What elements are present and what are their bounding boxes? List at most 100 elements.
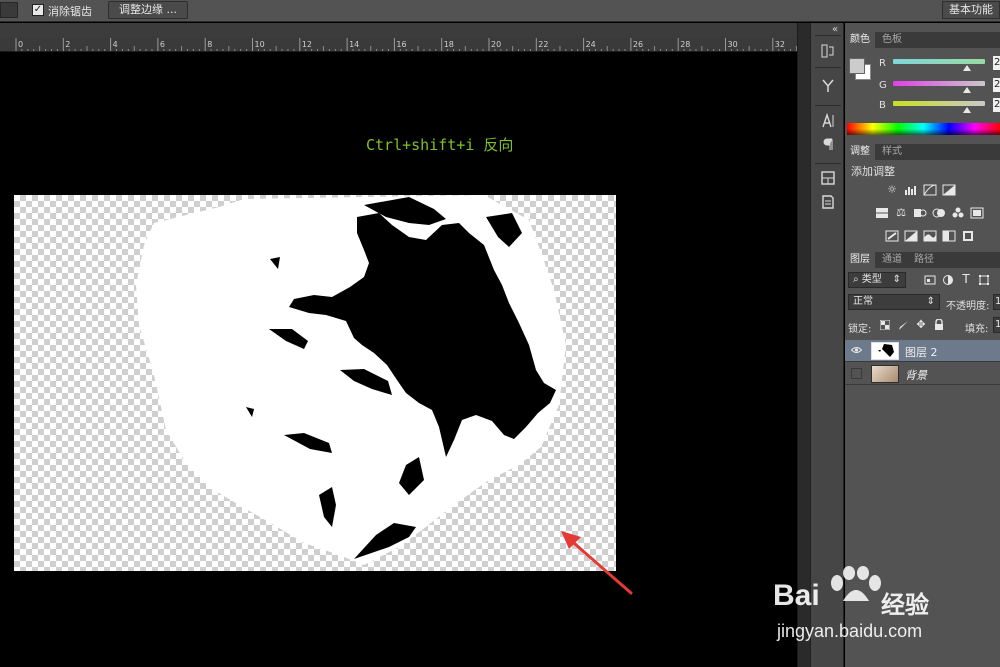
ruler-label: 4 bbox=[113, 40, 118, 49]
ruler-label: 8 bbox=[207, 40, 212, 49]
ruler-label: 32 bbox=[775, 40, 785, 49]
layer-name[interactable]: 背景 bbox=[905, 367, 927, 383]
ruler-ticks: 0 2 4 6 8 10 12 14 16 18 20 22 24 26 28 30 32 bbox=[15, 38, 797, 51]
tab-layers[interactable]: 图层 bbox=[845, 252, 875, 268]
history-icon[interactable] bbox=[818, 43, 838, 61]
refine-edge-button[interactable]: 调整边缘 ... bbox=[108, 1, 188, 19]
paragraph-icon[interactable] bbox=[818, 136, 838, 154]
channel-r-slider[interactable] bbox=[893, 59, 985, 64]
notes-icon[interactable] bbox=[818, 194, 838, 212]
brightness-contrast-icon[interactable]: ☼ bbox=[885, 184, 899, 196]
hue-saturation-icon[interactable]: ⚖ bbox=[894, 207, 908, 219]
ruler-label: 0 bbox=[18, 40, 23, 49]
layer-row[interactable]: 图层 2 bbox=[845, 340, 1000, 362]
channel-g-label: G bbox=[879, 80, 887, 91]
layer-comps-icon[interactable] bbox=[818, 170, 838, 188]
watermark-brand-suffix: 经验 bbox=[881, 591, 929, 619]
black-white-icon[interactable] bbox=[932, 207, 946, 219]
photoshop-window: ✓ 消除锯齿 调整边缘 ... 基本功能 0 2 4 6 8 10 12 14 16 18 20 22… bbox=[0, 0, 1000, 667]
brush-preset-icon[interactable] bbox=[818, 78, 838, 96]
eye-icon[interactable] bbox=[850, 346, 863, 356]
canvas-caption: Ctrl+shift+i 反向 bbox=[366, 136, 514, 154]
tab-adjustments[interactable]: 调整 bbox=[845, 144, 875, 160]
antialias-checkbox[interactable]: ✓ bbox=[32, 4, 44, 16]
watermark-url: jingyan.baidu.com bbox=[777, 621, 923, 641]
options-bar: ✓ 消除锯齿 调整边缘 ... 基本功能 bbox=[0, 0, 1000, 22]
lock-transparent-icon[interactable] bbox=[878, 319, 892, 332]
exposure-icon[interactable] bbox=[942, 184, 956, 196]
ruler-label: 6 bbox=[160, 40, 165, 49]
tab-channels[interactable]: 通道 bbox=[877, 252, 907, 268]
opacity-input[interactable]: 1 bbox=[993, 294, 1000, 310]
lock-label: 锁定: bbox=[848, 324, 872, 335]
channel-b-slider[interactable] bbox=[893, 101, 985, 106]
layer-filter-label: 类型 bbox=[861, 274, 882, 285]
filter-pixel-icon[interactable] bbox=[923, 274, 937, 286]
channel-g-slider[interactable] bbox=[893, 81, 985, 86]
layer-name[interactable]: 图层 2 bbox=[905, 344, 938, 360]
posterize-icon[interactable] bbox=[904, 230, 918, 242]
layer-row[interactable]: 背景 bbox=[845, 363, 1000, 385]
channel-b-value[interactable]: 204 bbox=[993, 98, 1000, 112]
arrow-shaft bbox=[565, 535, 633, 595]
layer-filter-select[interactable]: ⌕ 类型 ⇕ bbox=[848, 272, 906, 288]
baidu-watermark: Bai 经验 jingyan.baidu.com bbox=[773, 565, 993, 655]
updown-arrows-icon: ⇕ bbox=[892, 274, 901, 285]
ruler-label: 18 bbox=[444, 40, 454, 49]
channel-r-value[interactable]: 204 bbox=[993, 56, 1000, 70]
document-canvas[interactable] bbox=[14, 195, 616, 571]
collapse-panels-icon[interactable]: « bbox=[828, 21, 842, 39]
curves-icon[interactable] bbox=[923, 184, 937, 196]
lock-position-move-icon[interactable]: ✥ bbox=[914, 319, 928, 331]
invert-icon[interactable] bbox=[885, 230, 899, 242]
layer-thumbnail bbox=[871, 365, 899, 383]
search-icon: ⌕ bbox=[853, 274, 859, 285]
horizontal-ruler: 0 2 4 6 8 10 12 14 16 18 20 22 24 26 28 30 32 bbox=[0, 38, 797, 52]
ruler-label: 28 bbox=[680, 40, 690, 49]
document-tab-strip bbox=[0, 23, 797, 38]
antialias-label: 消除锯齿 bbox=[48, 5, 92, 18]
selective-color-icon[interactable] bbox=[961, 230, 975, 242]
ruler-label: 30 bbox=[728, 40, 738, 49]
levels-icon[interactable] bbox=[904, 184, 918, 196]
channel-g-value[interactable]: 204 bbox=[993, 78, 1000, 92]
add-adjustment-heading: 添加调整 bbox=[851, 165, 895, 178]
blend-mode-select[interactable]: 正常 ⇕ bbox=[848, 294, 940, 310]
lock-pixels-brush-icon[interactable] bbox=[896, 320, 910, 332]
color-balance-icon[interactable] bbox=[913, 207, 927, 219]
channel-b-thumb[interactable] bbox=[962, 107, 971, 113]
filter-type-icon[interactable]: T bbox=[959, 273, 973, 285]
adjustments-panel-tabs: 调整 样式 bbox=[845, 144, 1000, 160]
character-icon[interactable] bbox=[818, 112, 838, 131]
updown-arrows-icon: ⇕ bbox=[926, 296, 935, 307]
ruler-label: 12 bbox=[302, 40, 312, 49]
fill-input[interactable]: 1 bbox=[993, 317, 1000, 333]
photo-filter-icon[interactable] bbox=[951, 207, 965, 219]
channel-r-label: R bbox=[879, 58, 886, 69]
tool-preset-picker[interactable] bbox=[0, 2, 18, 18]
tab-styles[interactable]: 样式 bbox=[877, 144, 907, 160]
visibility-toggle[interactable] bbox=[851, 368, 862, 379]
ruler-label: 14 bbox=[349, 40, 359, 49]
watermark-brand: Bai bbox=[773, 579, 820, 612]
layers-panel-tabs: 图层 通道 路径 bbox=[845, 252, 1000, 268]
channel-r-thumb[interactable] bbox=[962, 65, 971, 71]
annotation-arrow bbox=[561, 531, 633, 595]
ruler-label: 22 bbox=[538, 40, 548, 49]
channel-mixer-icon[interactable] bbox=[970, 207, 984, 219]
blend-mode-value: 正常 bbox=[853, 296, 873, 307]
filter-adjustment-icon[interactable] bbox=[941, 274, 955, 286]
channel-b-label: B bbox=[879, 100, 886, 111]
tab-paths[interactable]: 路径 bbox=[909, 252, 939, 268]
threshold-icon[interactable] bbox=[923, 230, 937, 242]
tab-color[interactable]: 颜色 bbox=[845, 32, 875, 48]
color-spectrum-bar[interactable] bbox=[847, 123, 1000, 135]
workspace-switcher-button[interactable]: 基本功能 bbox=[942, 1, 1000, 19]
lock-all-icon[interactable] bbox=[932, 318, 946, 331]
vibrance-icon[interactable] bbox=[875, 207, 889, 219]
channel-g-thumb[interactable] bbox=[962, 87, 971, 93]
filter-shape-icon[interactable] bbox=[977, 274, 991, 286]
gradient-map-icon[interactable] bbox=[942, 230, 956, 242]
tab-swatches[interactable]: 色板 bbox=[877, 32, 907, 48]
baidu-paw-icon bbox=[831, 566, 881, 601]
